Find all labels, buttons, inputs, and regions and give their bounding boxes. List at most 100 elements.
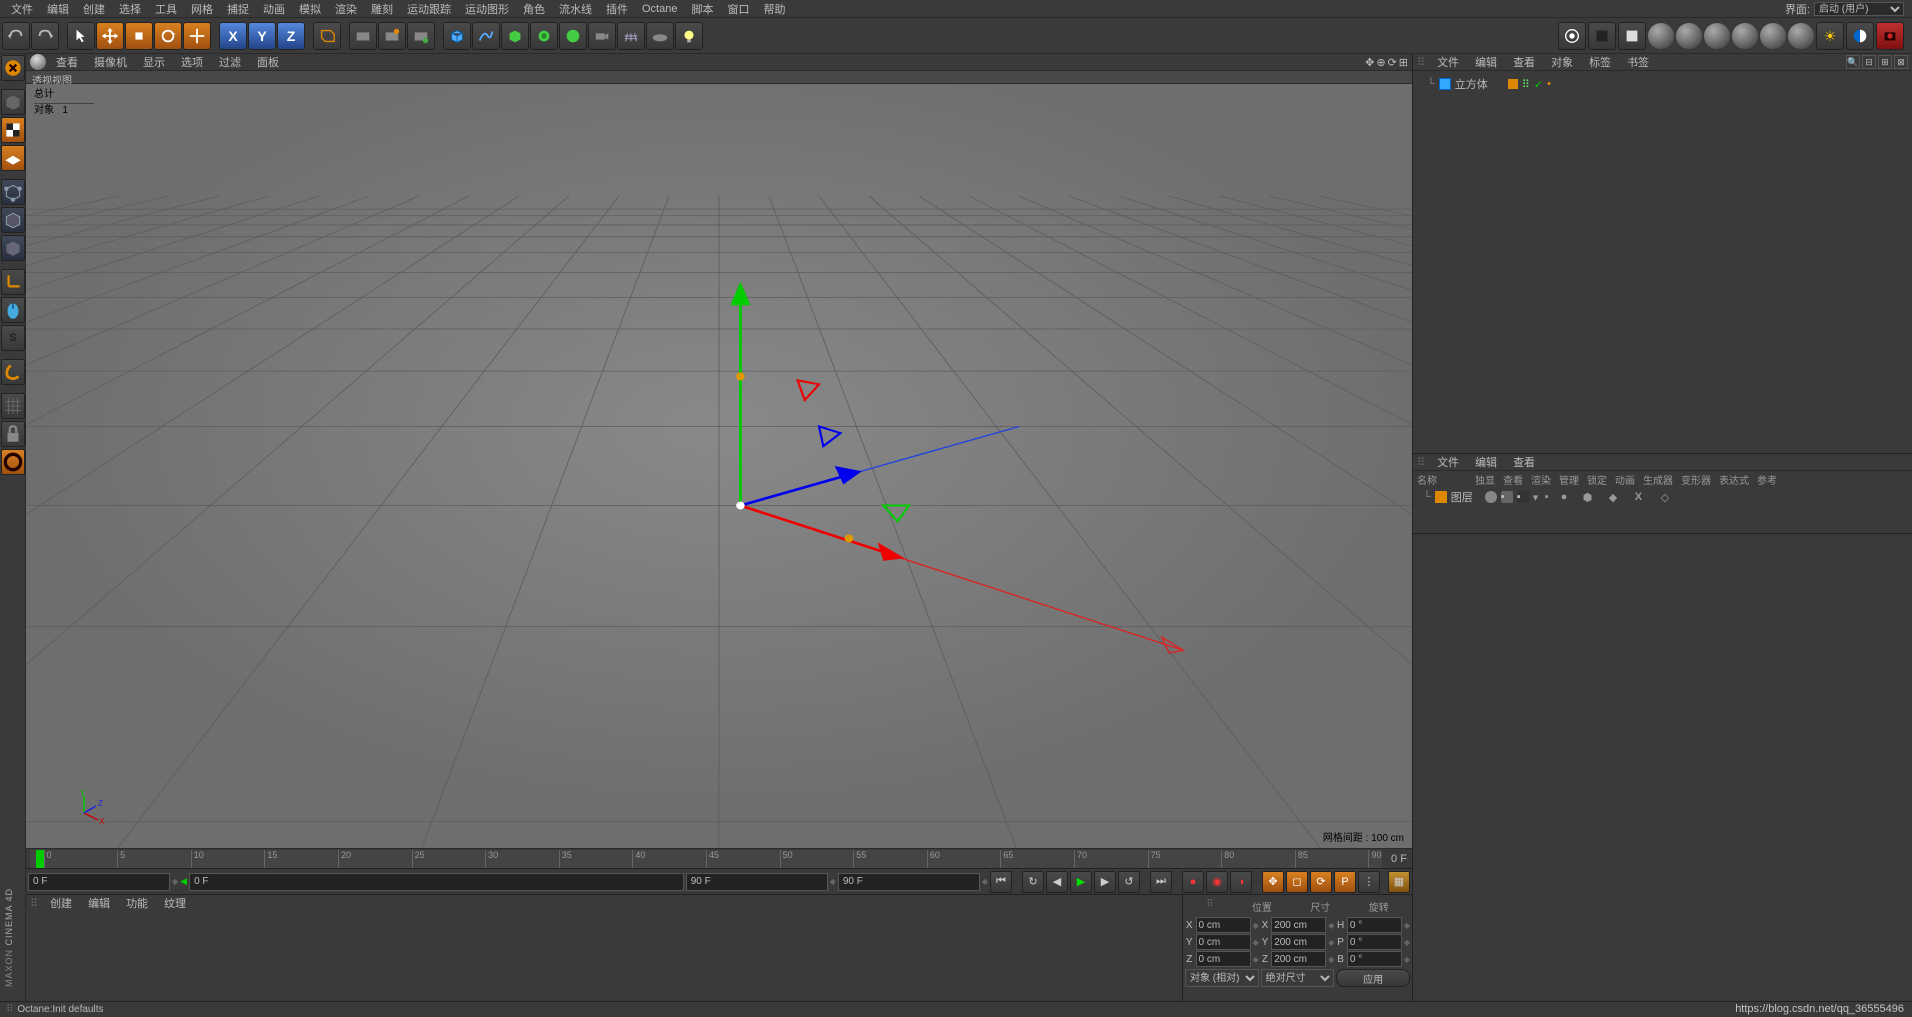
objmgr-cfg-2[interactable]: ⊞ <box>1878 55 1892 69</box>
size-X[interactable] <box>1271 917 1326 933</box>
prev-frame-button[interactable]: ◀ <box>1046 871 1068 893</box>
material-list[interactable] <box>26 911 1182 1014</box>
key-param-button[interactable]: P <box>1334 871 1356 893</box>
objmgr-menu-3[interactable]: 对象 <box>1547 53 1577 71</box>
grid-tool[interactable] <box>1 393 25 419</box>
menu-item-8[interactable]: 模拟 <box>292 0 328 19</box>
rotate-tool[interactable] <box>154 22 182 50</box>
viewport-3d[interactable]: 总计 对象 1 网格间距 : 100 cm Y Z X <box>26 84 1412 848</box>
spline-button[interactable] <box>472 22 500 50</box>
lock-tool[interactable] <box>1 421 25 447</box>
layer-render-icon[interactable]: ▪ <box>1517 491 1529 503</box>
layer-col-9[interactable]: 表达式 <box>1719 472 1749 487</box>
shader-btn-1[interactable] <box>1558 22 1586 50</box>
layer-row[interactable]: └ 图层 ▪ ▪ ▾ ▪ ● ⬢ ◆ X ◇ <box>1413 487 1912 507</box>
menu-item-12[interactable]: 运动图形 <box>458 0 516 19</box>
mat-menu-1[interactable]: 编辑 <box>84 894 114 912</box>
goto-end-button[interactable]: ⏭ <box>1150 871 1172 893</box>
layer-gen-icon[interactable]: ⬢ <box>1583 491 1605 503</box>
camera-button[interactable] <box>588 22 616 50</box>
nav-axes-icon[interactable]: Y Z X <box>66 788 106 828</box>
menu-item-16[interactable]: Octane <box>635 1 684 17</box>
grid-plane-icon[interactable] <box>617 22 645 50</box>
layout-dropdown[interactable]: 启动 (用户) <box>1814 2 1904 16</box>
view-menu-0[interactable]: 查看 <box>50 53 84 71</box>
view-menu-1[interactable]: 摄像机 <box>88 53 133 71</box>
menu-item-7[interactable]: 动画 <box>256 0 292 19</box>
objmgr-cfg-1[interactable]: ⊟ <box>1862 55 1876 69</box>
coord-system-button[interactable] <box>313 22 341 50</box>
deformer-button[interactable] <box>530 22 558 50</box>
point-mode-button[interactable] <box>1 179 25 205</box>
menu-item-18[interactable]: 窗口 <box>720 0 756 19</box>
shader-sphere-2[interactable] <box>1676 23 1702 49</box>
modeling-tool[interactable] <box>1 359 25 385</box>
shader-btn-3[interactable] <box>1618 22 1646 50</box>
key-opt-1[interactable]: ⋮ <box>1358 871 1380 893</box>
layer-col-3[interactable]: 渲染 <box>1531 472 1551 487</box>
snap-tool[interactable]: S <box>1 325 25 351</box>
polygon-mode-button[interactable] <box>1 235 25 261</box>
objmgr-menu-5[interactable]: 书签 <box>1623 53 1653 71</box>
texture-mode-button[interactable] <box>1 117 25 143</box>
shader-sphere-6[interactable] <box>1788 23 1814 49</box>
record-button[interactable]: ● <box>1182 871 1204 893</box>
layer-color-swatch[interactable] <box>1435 491 1447 503</box>
size-Y[interactable] <box>1271 934 1326 950</box>
generator-button[interactable] <box>501 22 529 50</box>
layer-col-2[interactable]: 查看 <box>1503 472 1523 487</box>
objmgr-search-icon[interactable]: 🔍 <box>1846 55 1860 69</box>
model-mode-button[interactable] <box>1 89 25 115</box>
pos-X[interactable] <box>1196 917 1251 933</box>
key-rotate-button[interactable]: ⟳ <box>1310 871 1332 893</box>
menu-item-17[interactable]: 脚本 <box>684 0 720 19</box>
end-frame-field[interactable] <box>838 873 980 891</box>
shader-sphere-4[interactable] <box>1732 23 1758 49</box>
mat-menu-0[interactable]: 创建 <box>46 894 76 912</box>
view-menu-3[interactable]: 选项 <box>175 53 209 71</box>
workplane-mode-button[interactable] <box>1 145 25 171</box>
size-Z[interactable] <box>1271 951 1326 967</box>
pos-Z[interactable] <box>1196 951 1251 967</box>
environment-button[interactable] <box>559 22 587 50</box>
mat-menu-2[interactable]: 功能 <box>122 894 152 912</box>
view-menu-4[interactable]: 过滤 <box>213 53 247 71</box>
rot-Z[interactable] <box>1347 951 1402 967</box>
prev-key-button[interactable]: ↻ <box>1022 871 1044 893</box>
make-editable-button[interactable] <box>1 55 25 81</box>
objmgr-menu-4[interactable]: 标签 <box>1585 53 1615 71</box>
layer-view-icon[interactable]: ▪ <box>1501 491 1513 503</box>
redo-button[interactable] <box>31 22 59 50</box>
z-axis-button[interactable]: Z <box>277 22 305 50</box>
vis-editor-icon[interactable] <box>1508 79 1518 89</box>
coord-mode-select[interactable]: 对象 (相对) <box>1185 969 1259 987</box>
layer-anim-icon[interactable]: ● <box>1561 491 1579 503</box>
next-key-button[interactable]: ↺ <box>1118 871 1140 893</box>
floor-button[interactable] <box>646 22 674 50</box>
move-tool[interactable] <box>96 22 124 50</box>
menu-item-3[interactable]: 选择 <box>112 0 148 19</box>
layer-col-0[interactable]: 名称 <box>1417 472 1467 487</box>
menu-item-0[interactable]: 文件 <box>4 0 40 19</box>
edge-mode-button[interactable] <box>1 207 25 233</box>
undo-button[interactable] <box>2 22 30 50</box>
rot-Y[interactable] <box>1347 934 1402 950</box>
layer-col-10[interactable]: 参考 <box>1757 472 1777 487</box>
key-move-button[interactable]: ✥ <box>1262 871 1284 893</box>
mouse-tool[interactable] <box>1 297 25 323</box>
objmgr-menu-2[interactable]: 查看 <box>1509 53 1539 71</box>
layer-col-6[interactable]: 动画 <box>1615 472 1635 487</box>
rot-X[interactable] <box>1347 917 1402 933</box>
layermgr-menu-1[interactable]: 编辑 <box>1471 453 1501 471</box>
render-view-button[interactable] <box>349 22 377 50</box>
layer-lock-icon[interactable]: ▪ <box>1545 491 1557 503</box>
sun-icon[interactable]: ☀ <box>1816 22 1844 50</box>
render-region-button[interactable] <box>407 22 435 50</box>
view-nav-2[interactable]: ⊕ <box>1376 56 1385 69</box>
layer-def-icon[interactable]: ◆ <box>1609 491 1631 503</box>
menu-item-2[interactable]: 创建 <box>76 0 112 19</box>
menu-item-1[interactable]: 编辑 <box>40 0 76 19</box>
view-nav-4[interactable]: ⊞ <box>1399 56 1408 69</box>
object-cube-node[interactable]: └ 立方体 ⠿ ✓ • <box>1417 75 1908 93</box>
camera-record-icon[interactable] <box>1876 22 1904 50</box>
